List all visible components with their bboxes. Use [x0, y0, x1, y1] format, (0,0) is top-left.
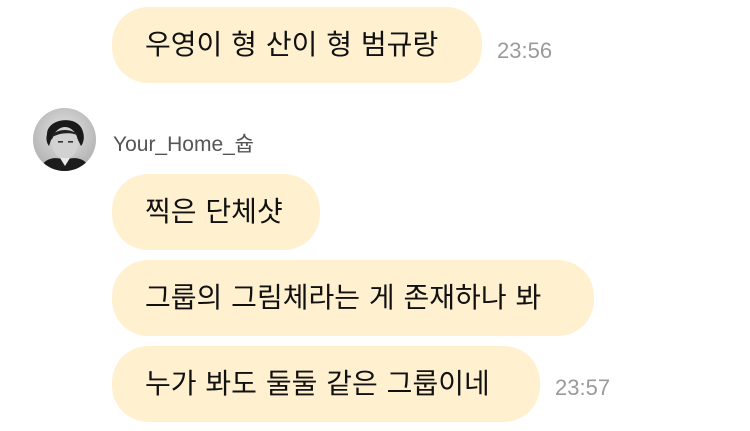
profile-photo-icon — [33, 108, 96, 171]
message-timestamp: 23:57 — [555, 375, 611, 400]
message-bubble[interactable]: 그룹의 그림체라는 게 존재하나 봐 — [112, 260, 594, 336]
message-bubble[interactable]: 찍은 단체샷 — [112, 174, 320, 250]
message-bubble[interactable]: 우영이 형 산이 형 범규랑 — [112, 7, 482, 83]
message-bubble[interactable]: 누가 봐도 둘둘 같은 그룹이네 — [112, 346, 540, 422]
message-timestamp: 23:56 — [497, 38, 553, 63]
avatar[interactable] — [33, 108, 96, 171]
message-text: 우영이 형 산이 형 범규랑 — [145, 28, 439, 61]
message-text: 누가 봐도 둘둘 같은 그룹이네 — [145, 367, 490, 400]
sender-name[interactable]: Your_Home_슙 — [113, 128, 254, 158]
message-text: 찍은 단체샷 — [145, 195, 283, 228]
message-text: 그룹의 그림체라는 게 존재하나 봐 — [145, 281, 542, 314]
